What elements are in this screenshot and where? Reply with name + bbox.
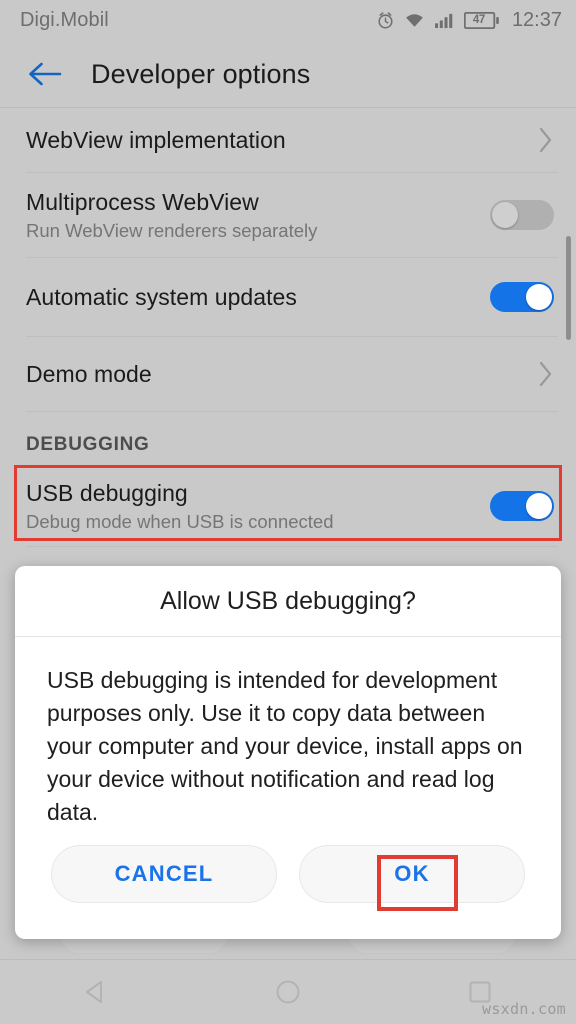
nav-home-icon bbox=[276, 980, 300, 1004]
ok-button[interactable]: OK bbox=[299, 845, 525, 903]
usb-debugging-dialog: Allow USB debugging? USB debugging is in… bbox=[15, 566, 561, 939]
cancel-button[interactable]: CANCEL bbox=[51, 845, 277, 903]
watermark: wsxdn.com bbox=[482, 1000, 566, 1018]
nav-back-button[interactable] bbox=[56, 960, 136, 1024]
nav-home-button[interactable] bbox=[248, 960, 328, 1024]
dialog-body-text: USB debugging is intended for developmen… bbox=[47, 667, 523, 825]
nav-back-icon bbox=[86, 981, 102, 1003]
phone-screen: Digi.Mobil 47 12:37 Developer options We… bbox=[0, 0, 576, 1024]
dialog-title: Allow USB debugging? bbox=[160, 586, 416, 615]
dialog-actions: CANCEL OK bbox=[15, 845, 561, 939]
